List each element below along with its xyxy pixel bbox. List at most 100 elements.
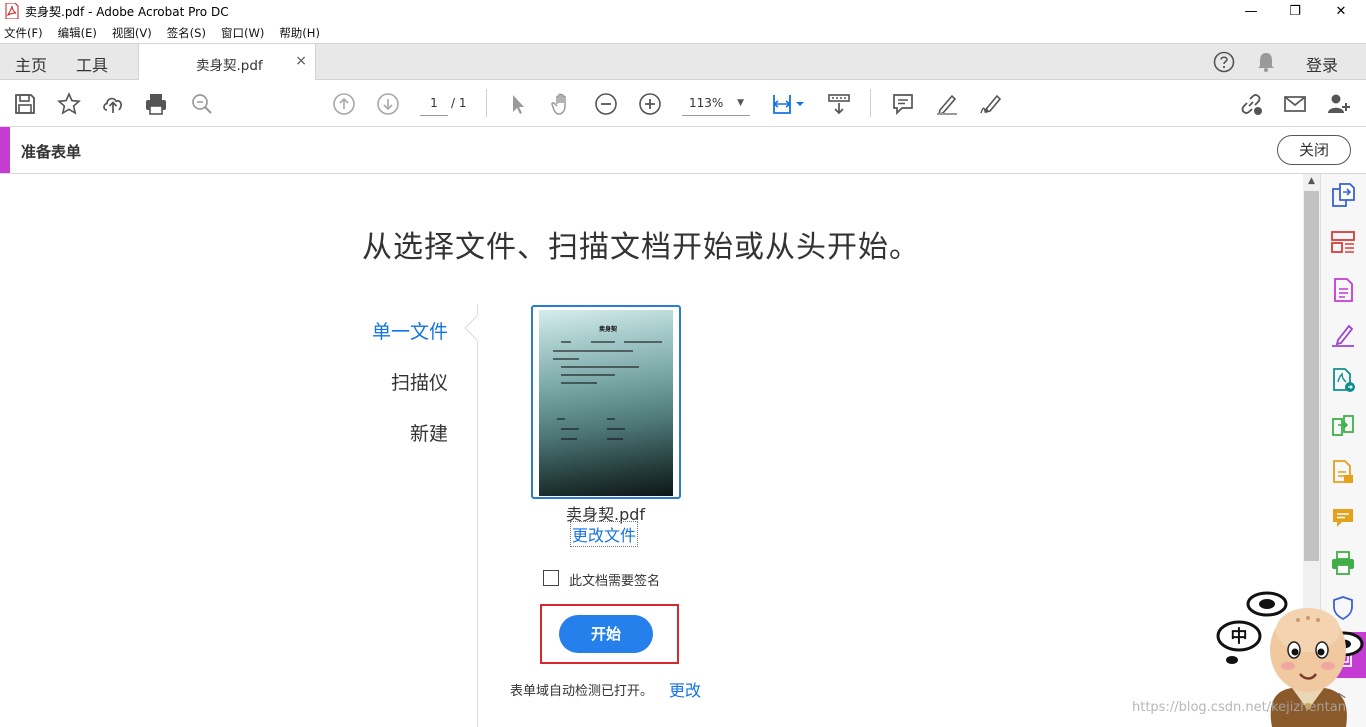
- preview-line: [607, 428, 625, 430]
- notification-bell-icon[interactable]: [1256, 51, 1276, 73]
- thumbnail-title: 卖身契: [599, 326, 618, 333]
- menu-bar: 文件(F) 编辑(E) 视图(V) 签名(S) 窗口(W) 帮助(H): [0, 22, 1366, 43]
- prepare-form-panel: 从选择文件、扫描文档开始或从头开始。 单一文件 扫描仪 新建 卖身契 卖身契.p…: [0, 174, 1303, 727]
- title-bar: 卖身契.pdf - Adobe Acrobat Pro DC: [0, 0, 1366, 22]
- mascot-bubble-text: 中: [1231, 626, 1248, 647]
- add-person-icon: [1328, 94, 1350, 113]
- preview-line: [561, 382, 597, 384]
- zoom-level-value: 113%: [689, 96, 724, 110]
- hand-tool-button[interactable]: [549, 91, 575, 117]
- preview-line: [561, 341, 571, 343]
- page-total: / 1: [451, 96, 467, 110]
- highlight-button[interactable]: [934, 91, 960, 117]
- requires-signature-label: 此文档需要签名: [569, 574, 661, 589]
- create-pdf-icon: [1333, 460, 1353, 483]
- menu-edit[interactable]: 编辑(E): [58, 25, 97, 41]
- preview-line: [553, 350, 633, 352]
- page-fit-button[interactable]: [770, 91, 806, 117]
- sign-button[interactable]: [978, 91, 1004, 117]
- start-button[interactable]: 开始: [559, 615, 653, 653]
- preview-line: [561, 366, 639, 368]
- preview-line: [553, 358, 579, 360]
- select-tool-button[interactable]: [505, 91, 531, 117]
- scrollbar-thumb[interactable]: [1304, 191, 1319, 561]
- acrobat-app-icon: [5, 3, 19, 19]
- email-button[interactable]: [1282, 91, 1308, 117]
- change-autodetect-link[interactable]: 更改: [669, 677, 701, 701]
- create-pdf-tool[interactable]: [1329, 458, 1357, 486]
- page-number-input[interactable]: 1: [420, 94, 448, 116]
- compare-files-tool[interactable]: [1329, 412, 1357, 440]
- toolbar-separator: [486, 89, 487, 117]
- print-production-tool[interactable]: [1329, 549, 1357, 577]
- compare-files-icon: [1332, 415, 1354, 436]
- menu-view[interactable]: 视图(V): [112, 25, 152, 41]
- save-icon: [15, 94, 35, 114]
- menu-help[interactable]: 帮助(H): [279, 25, 320, 41]
- preview-line: [624, 341, 662, 343]
- zoom-out-button[interactable]: [593, 91, 619, 117]
- scroll-up-arrow-icon[interactable]: ▲: [1303, 176, 1320, 190]
- change-file-link[interactable]: 更改文件: [569, 521, 639, 547]
- auto-detect-status: 表单域自动检测已打开。: [510, 684, 654, 699]
- scroll-mode-button[interactable]: [826, 91, 852, 117]
- zoom-level-select[interactable]: 113% ▼: [682, 94, 750, 116]
- tab-tools[interactable]: 工具: [76, 52, 108, 76]
- fit-page-icon: [772, 95, 804, 114]
- close-tool-button[interactable]: 关闭: [1277, 135, 1351, 165]
- send-signature-icon: [1333, 368, 1355, 392]
- main-toolbar: 1 / 1 113% ▼: [0, 80, 1366, 127]
- help-icon[interactable]: [1213, 51, 1235, 73]
- login-button[interactable]: 登录: [1306, 52, 1338, 76]
- option-scanner[interactable]: 扫描仪: [328, 368, 448, 395]
- toolbar-separator: [870, 89, 871, 117]
- zoom-in-icon: [639, 93, 661, 115]
- tab-document[interactable]: 卖身契.pdf ×: [138, 44, 316, 81]
- comment-tool[interactable]: [1329, 504, 1357, 532]
- save-button[interactable]: [12, 91, 38, 117]
- menu-window[interactable]: 窗口(W): [221, 25, 264, 41]
- menu-sign[interactable]: 签名(S): [167, 25, 206, 41]
- close-tab-icon[interactable]: ×: [295, 53, 307, 69]
- close-window-button[interactable]: ✕: [1318, 0, 1364, 22]
- maximize-button[interactable]: ❐: [1272, 0, 1318, 22]
- minimize-button[interactable]: —: [1228, 0, 1274, 22]
- menu-file[interactable]: 文件(F): [4, 25, 43, 41]
- requires-signature-checkbox[interactable]: [543, 570, 559, 586]
- arrow-up-circle-icon: [333, 93, 355, 115]
- export-pdf-tool[interactable]: [1329, 181, 1357, 209]
- options-divider: [477, 304, 478, 727]
- print-button[interactable]: [143, 91, 169, 117]
- send-for-signature-tool[interactable]: [1329, 366, 1357, 394]
- next-page-button[interactable]: [375, 91, 401, 117]
- option-new[interactable]: 新建: [328, 419, 448, 446]
- keyboard-scroll-icon: [828, 94, 850, 115]
- selected-option-pointer: [464, 315, 490, 341]
- upload-button[interactable]: [100, 91, 126, 117]
- share-link-button[interactable]: [1238, 91, 1264, 117]
- fill-sign-tool[interactable]: [1329, 321, 1357, 349]
- organize-pages-tool[interactable]: [1329, 228, 1357, 256]
- cursor-arrow-icon: [513, 95, 524, 114]
- edit-pdf-tool[interactable]: [1329, 276, 1357, 304]
- link-icon: [1241, 94, 1262, 115]
- hand-icon: [551, 93, 566, 115]
- printer-icon: [146, 94, 166, 115]
- tab-home[interactable]: 主页: [15, 52, 47, 76]
- find-button[interactable]: [189, 91, 215, 117]
- print-production-icon: [1332, 551, 1354, 575]
- prepare-form-header: 准备表单 关闭: [0, 127, 1366, 174]
- preview-line: [557, 418, 565, 420]
- previous-page-button[interactable]: [331, 91, 357, 117]
- bookmark-button[interactable]: [56, 91, 82, 117]
- window-title: 卖身契.pdf - Adobe Acrobat Pro DC: [25, 4, 229, 19]
- option-single-file[interactable]: 单一文件: [328, 317, 448, 344]
- add-user-button[interactable]: [1326, 91, 1352, 117]
- file-thumbnail[interactable]: 卖身契: [531, 305, 681, 499]
- zoom-in-button[interactable]: [637, 91, 663, 117]
- fill-sign-icon: [1332, 324, 1354, 347]
- comment-button[interactable]: [890, 91, 916, 117]
- document-preview-image: 卖身契: [539, 310, 673, 496]
- star-icon: [57, 92, 81, 115]
- zoom-search-icon: [192, 94, 212, 114]
